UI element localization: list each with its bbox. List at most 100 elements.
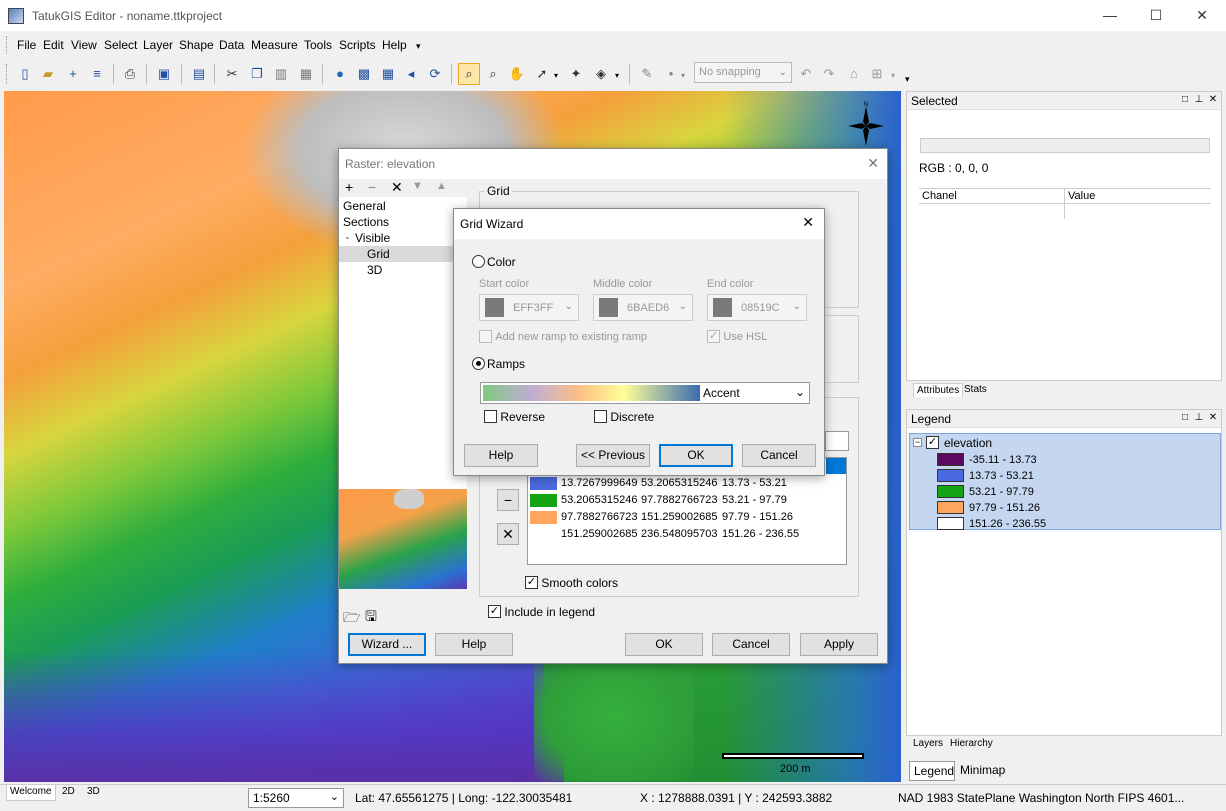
menu-file[interactable]: File: [17, 38, 36, 52]
new-project-icon[interactable]: ▯: [16, 65, 34, 83]
eraser-icon[interactable]: ◈: [592, 65, 610, 83]
menu-view[interactable]: View: [71, 38, 97, 52]
export-icon[interactable]: ▤: [190, 65, 208, 83]
grid-dropdown-icon[interactable]: ▾: [891, 71, 895, 80]
legend-layer-block[interactable]: − ✓ elevation -35.11 - 13.73 13.73 - 53.2…: [909, 433, 1221, 531]
panel-menu-icon[interactable]: □: [1179, 412, 1191, 424]
redo-icon[interactable]: ↷: [820, 65, 838, 83]
wizard-button[interactable]: Wizard ...: [348, 633, 426, 656]
panel-close-icon[interactable]: ✕: [1207, 94, 1219, 106]
menu-measure[interactable]: Measure: [251, 38, 298, 52]
range-row[interactable]: 13.7267999649 53.2065315246 13.73 - 53.21: [528, 476, 846, 492]
menu-scripts[interactable]: Scripts: [339, 38, 376, 52]
move-up-icon[interactable]: ▲: [436, 180, 447, 192]
ramp-combo[interactable]: Accent ⌄: [480, 382, 810, 404]
tree-grid[interactable]: Grid: [367, 247, 390, 261]
menu-edit[interactable]: Edit: [43, 38, 64, 52]
tab-layers[interactable]: Layers: [913, 738, 943, 749]
minimize-button[interactable]: —: [1087, 4, 1133, 26]
collapse-icon[interactable]: −: [913, 438, 922, 447]
start-color-combo[interactable]: EFF3FF ⌄: [479, 294, 579, 321]
panel-close-icon[interactable]: ✕: [1207, 412, 1219, 424]
reverse-checkbox[interactable]: [484, 410, 497, 424]
add-icon[interactable]: +: [345, 179, 353, 195]
legend-item[interactable]: 53.21 - 97.79: [937, 484, 1034, 499]
tree-general[interactable]: General: [343, 199, 386, 213]
close-button[interactable]: ✕: [1179, 4, 1225, 26]
add-ramp-checkbox[interactable]: [479, 330, 492, 344]
use-hsl-checkbox[interactable]: ✓: [707, 330, 720, 344]
range-row[interactable]: 53.2065315246 97.7882766723 53.21 - 97.79: [528, 493, 846, 509]
btab-minimap[interactable]: Minimap: [956, 761, 1016, 781]
delete-icon[interactable]: ✕: [391, 179, 403, 196]
calculator-icon[interactable]: ▦: [379, 65, 397, 83]
menu-overflow-icon[interactable]: ▾: [416, 41, 421, 52]
ok-button[interactable]: OK: [625, 633, 703, 656]
paste-special-icon[interactable]: ▦: [297, 65, 315, 83]
layer-properties-icon[interactable]: ▩: [355, 65, 373, 83]
range-row[interactable]: 97.7882766723 151.259002685 97.79 - 151.26: [528, 510, 846, 526]
pin-icon[interactable]: ⊥: [1193, 94, 1205, 106]
use-hsl-option[interactable]: ✓ Use HSL: [707, 329, 767, 344]
cut-icon[interactable]: ✂: [223, 65, 241, 83]
tab-hierarchy[interactable]: Hierarchy: [950, 738, 993, 749]
paste-icon[interactable]: ▥: [272, 65, 290, 83]
apply-button[interactable]: Apply: [800, 633, 878, 656]
back-arrow-icon[interactable]: ◂: [402, 65, 420, 83]
menu-layer[interactable]: Layer: [143, 38, 173, 52]
middle-color-combo[interactable]: 6BAED6 ⌄: [593, 294, 693, 321]
discrete-checkbox[interactable]: [594, 410, 607, 424]
legend-item[interactable]: -35.11 - 13.73: [937, 452, 1037, 467]
globe-icon[interactable]: ●: [331, 65, 349, 83]
snapping-select[interactable]: No snapping ⌄: [694, 62, 792, 83]
menu-select[interactable]: Select: [104, 38, 137, 52]
remove-range-button[interactable]: −: [497, 489, 519, 511]
pin-icon[interactable]: ⊥: [1193, 412, 1205, 424]
point-icon[interactable]: •: [662, 65, 680, 83]
end-color-combo[interactable]: 08519C ⌄: [707, 294, 807, 321]
add-layer-icon[interactable]: +: [64, 65, 82, 83]
tree-sections[interactable]: Sections: [343, 215, 389, 229]
select-dropdown-icon[interactable]: ▾: [554, 71, 558, 80]
wizard-help-button[interactable]: Help: [464, 444, 538, 467]
zoom-tool-icon[interactable]: ⌕: [458, 63, 480, 85]
tree-3d[interactable]: 3D: [367, 263, 382, 277]
tab-stats[interactable]: Stats: [961, 383, 990, 396]
legend-item[interactable]: 151.26 - 236.55: [937, 516, 1046, 531]
eraser-dropdown-icon[interactable]: ▾: [615, 71, 619, 80]
smooth-colors-checkbox[interactable]: ✓: [525, 576, 538, 590]
btab-legend[interactable]: Legend: [909, 761, 955, 781]
legend-item[interactable]: 13.73 - 53.21: [937, 468, 1034, 483]
save-all-icon[interactable]: ▣: [155, 65, 173, 83]
help-button[interactable]: Help: [435, 633, 513, 656]
menu-help[interactable]: Help: [382, 38, 407, 52]
wizard-ok-button[interactable]: OK: [659, 444, 733, 467]
grid-add-icon[interactable]: ⊞: [868, 65, 886, 83]
point-dropdown-icon[interactable]: ▾: [681, 71, 685, 80]
open-folder-icon[interactable]: 🗁: [343, 607, 360, 631]
previous-button[interactable]: << Previous: [576, 444, 650, 467]
discrete-option[interactable]: Discrete: [594, 409, 654, 424]
reverse-option[interactable]: Reverse: [484, 409, 545, 424]
add-ramp-option[interactable]: Add new ramp to existing ramp: [479, 329, 647, 344]
panel-menu-icon[interactable]: □: [1179, 94, 1191, 106]
tab-welcome[interactable]: Welcome: [6, 785, 56, 801]
color-radio[interactable]: [472, 255, 485, 268]
pencil-icon[interactable]: ✎: [638, 65, 656, 83]
move-down-icon[interactable]: ▼: [412, 180, 423, 192]
delete-range-button[interactable]: ✕: [497, 523, 519, 545]
chevron-down-icon[interactable]: ⌄: [344, 232, 351, 241]
legend-item[interactable]: 97.79 - 151.26: [937, 500, 1040, 515]
range-input[interactable]: [825, 431, 849, 451]
copy-icon[interactable]: ❐: [248, 65, 266, 83]
smooth-colors-option[interactable]: ✓ Smooth colors: [525, 575, 618, 590]
close-icon[interactable]: ✕: [802, 214, 814, 231]
tree-visible[interactable]: Visible: [355, 231, 390, 245]
menu-tools[interactable]: Tools: [304, 38, 332, 52]
tab-2d[interactable]: 2D: [62, 786, 75, 797]
wizard-cancel-button[interactable]: Cancel: [742, 444, 816, 467]
pan-hand-icon[interactable]: ✋: [508, 65, 526, 83]
include-legend-checkbox[interactable]: ✓: [488, 605, 501, 619]
refresh-icon[interactable]: ⟳: [426, 65, 444, 83]
tab-attributes[interactable]: Attributes: [913, 383, 964, 397]
